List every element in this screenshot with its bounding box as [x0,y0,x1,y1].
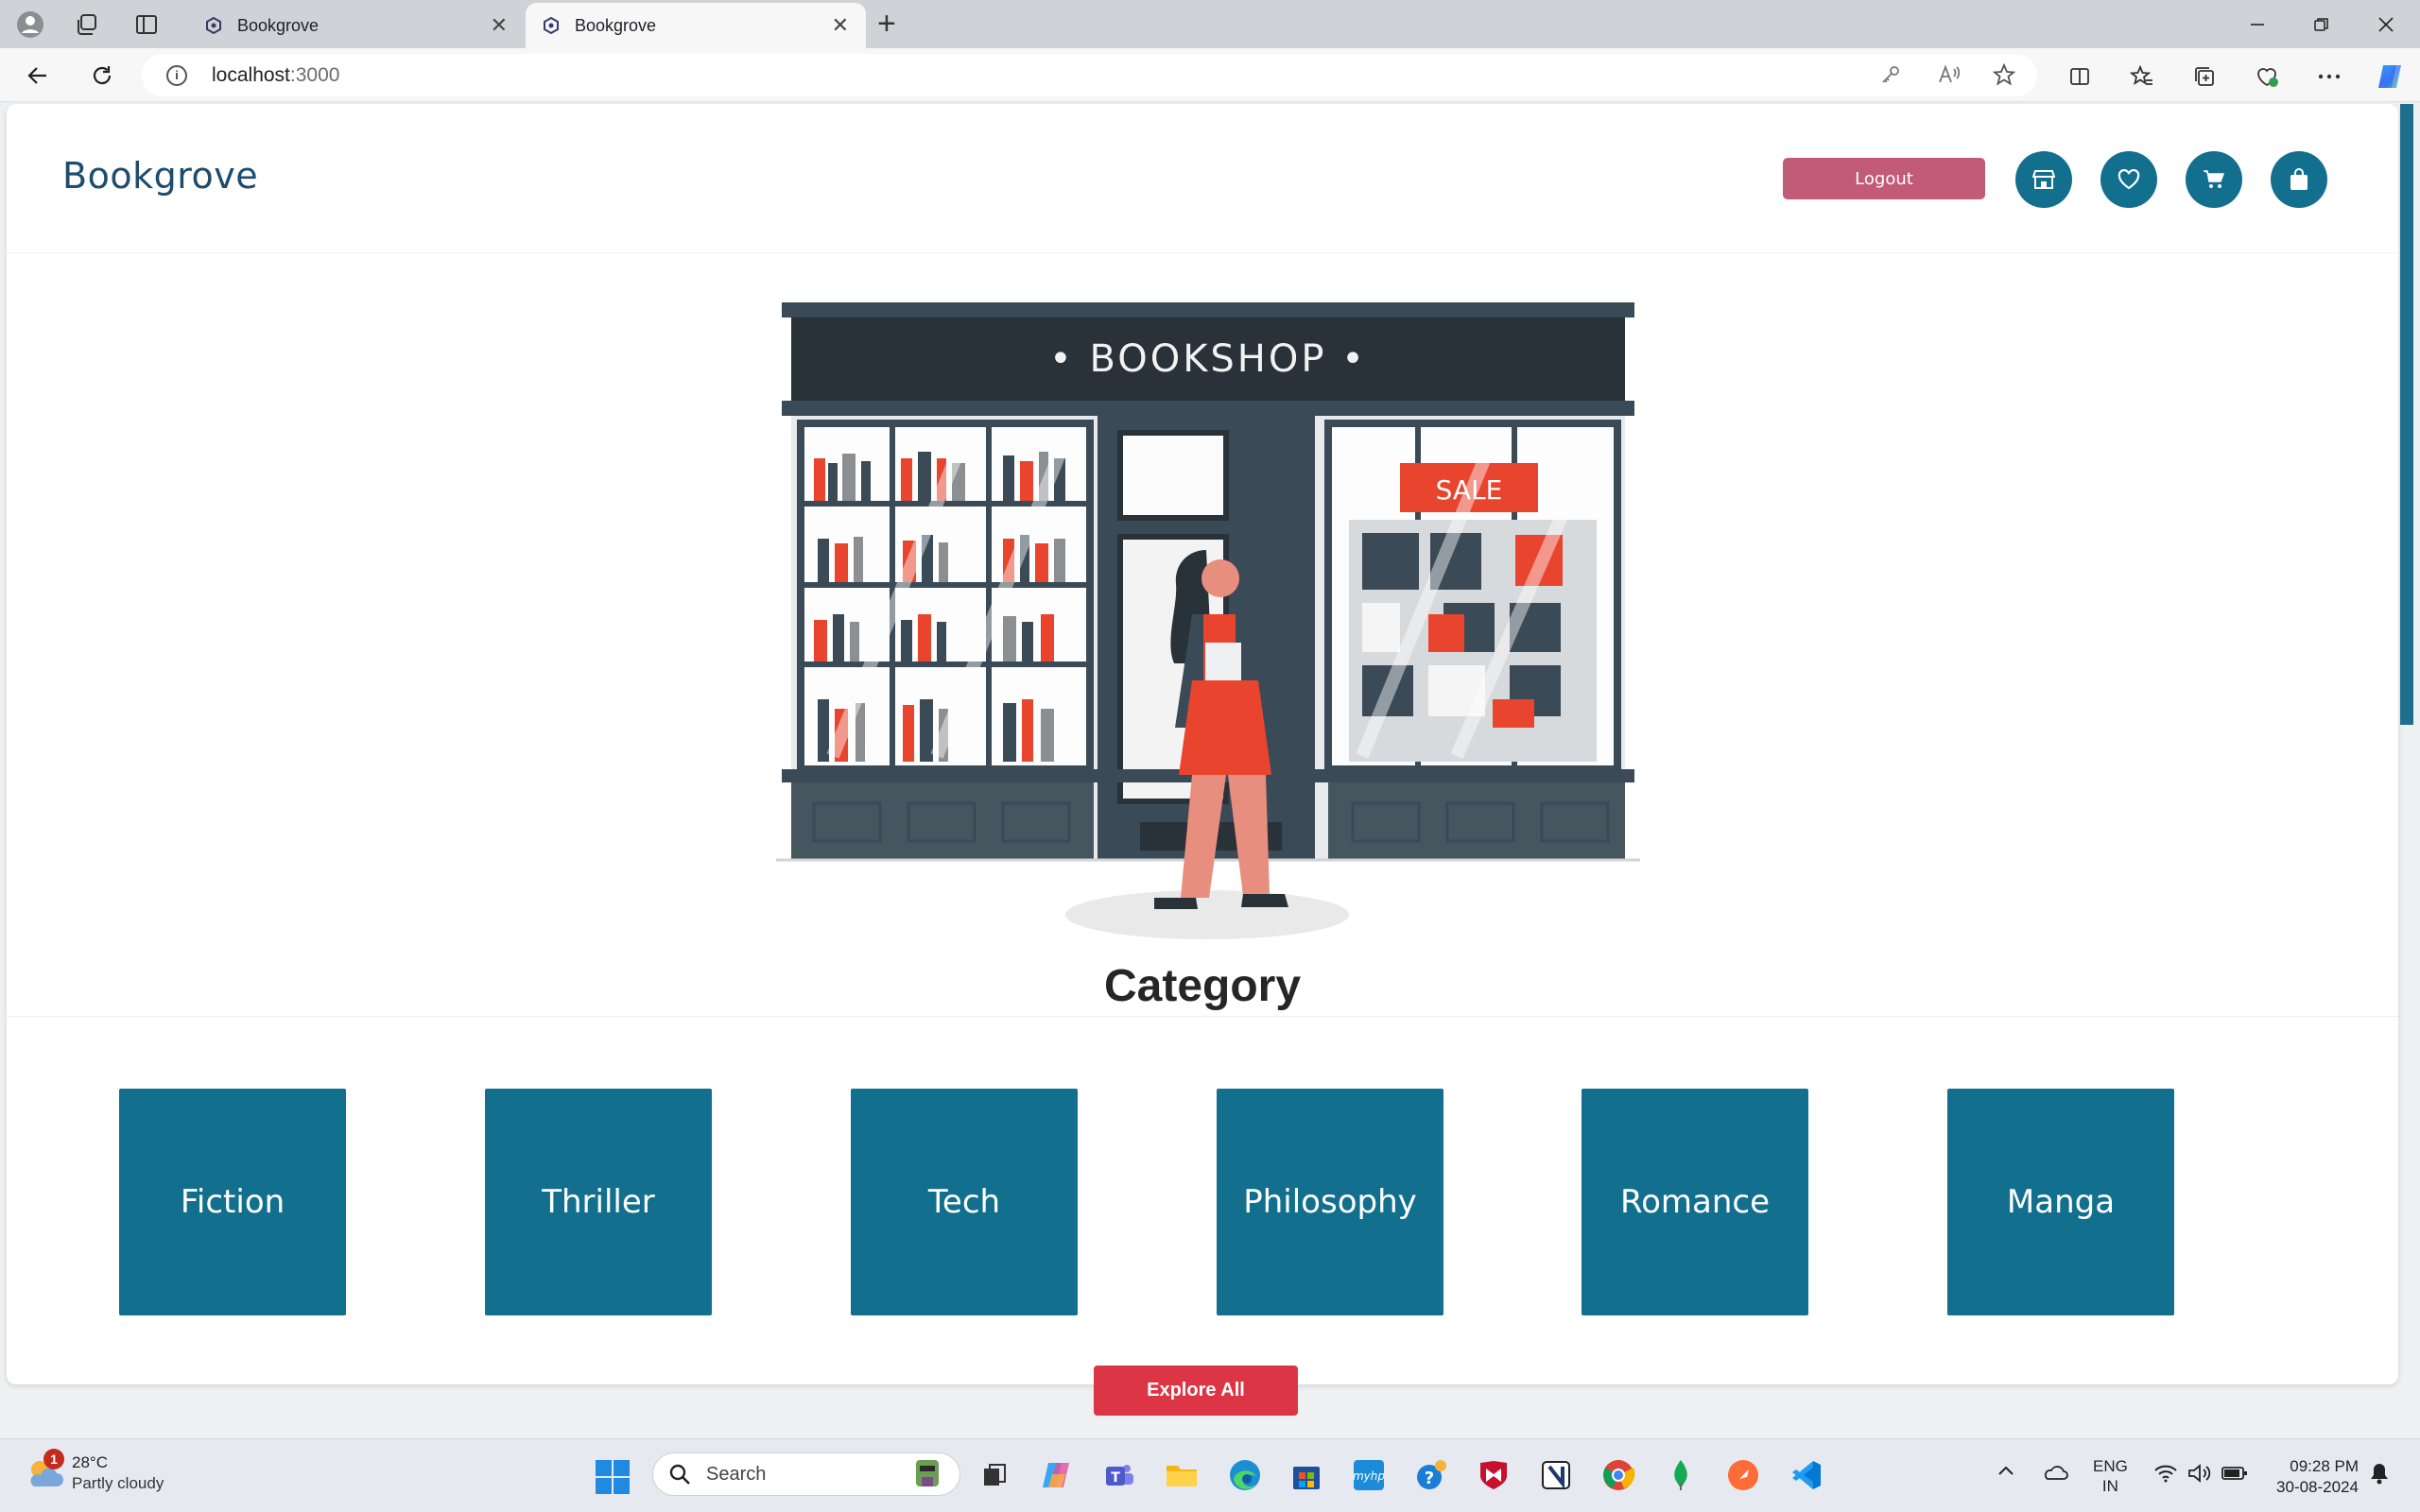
cart-button[interactable] [2186,151,2242,208]
windows-taskbar: 1 28°C Partly cloudy Search T myhp ? ENG… [0,1438,2420,1512]
url-port: :3000 [289,63,340,86]
react-favicon-icon [206,17,221,34]
myhp-icon[interactable]: myhp [1348,1454,1390,1496]
clock-time: 09:28 PM [2290,1457,2359,1475]
svg-text:myhp: myhp [1353,1469,1385,1483]
mcafee-icon[interactable] [1473,1454,1514,1496]
favorite-star-icon[interactable] [1987,58,2021,92]
tab-title: Bookgrove [237,15,320,35]
region-code: IN [2101,1477,2118,1495]
browser-tab-bar: Bookgrove ✕ Bookgrove ✕ + [0,0,2420,48]
notification-bell-icon[interactable] [2369,1462,2390,1485]
category-tile-fiction[interactable]: Fiction [119,1089,346,1315]
mongodb-compass-icon[interactable] [1660,1454,1702,1496]
copilot-app-icon[interactable] [1036,1454,1078,1496]
start-button[interactable] [594,1458,631,1496]
system-clock[interactable]: 09:28 PM 30-08-2024 [2264,1456,2359,1498]
tab-close-icon[interactable]: ✕ [832,13,849,38]
logout-button[interactable]: Logout [1783,158,1985,199]
password-key-icon[interactable] [1874,58,1908,92]
split-screen-icon[interactable] [2061,58,2099,95]
tab-close-icon[interactable]: ✕ [491,13,508,38]
category-tile-romance[interactable]: Romance [1582,1089,1808,1315]
explore-all-button[interactable]: Explore All [1094,1366,1298,1416]
page-scrollbar[interactable] [2400,104,2413,725]
search-highlight-icon [916,1460,939,1486]
new-tab-button[interactable]: + [877,8,896,40]
wifi-icon[interactable] [2153,1464,2178,1483]
file-explorer-icon[interactable] [1161,1454,1202,1496]
tab-title: Bookgrove [575,15,657,35]
edge-browser-icon[interactable] [1224,1454,1266,1496]
microsoft-store-icon[interactable] [1286,1454,1327,1496]
notion-like-app-icon[interactable] [1535,1454,1577,1496]
browser-essentials-icon[interactable] [2248,58,2286,95]
site-header: Bookgrove Logout [7,104,2398,253]
clock-date: 30-08-2024 [2276,1478,2359,1496]
copilot-icon[interactable] [2371,58,2409,95]
section-divider [7,1016,2398,1017]
workspaces-icon[interactable] [66,8,108,42]
url-host: localhost [212,63,290,86]
tab-bookgrove-2[interactable]: Bookgrove ✕ [526,3,866,48]
site-info-icon[interactable]: i [166,64,187,86]
collections-icon[interactable] [2186,58,2223,95]
search-icon [669,1464,690,1485]
weather-badge: 1 [43,1449,64,1469]
restore-button[interactable] [2293,8,2350,42]
browser-toolbar: i localhost:3000 [0,48,2420,102]
close-window-button[interactable] [2358,8,2414,42]
onedrive-cloud-icon[interactable] [2042,1464,2068,1481]
tab-actions-icon[interactable] [126,8,167,42]
tab-bookgrove-1[interactable]: Bookgrove ✕ [188,3,525,48]
profile-icon[interactable] [9,8,51,42]
react-favicon-icon [544,17,559,34]
category-tile-philosophy[interactable]: Philosophy [1217,1089,1443,1315]
weather-widget[interactable]: 1 28°C Partly cloudy [25,1449,164,1494]
bookshop-illustration: • BOOKSHOP • [776,302,1640,939]
teams-icon[interactable]: T [1098,1454,1140,1496]
category-tile-tech[interactable]: Tech [851,1089,1078,1315]
refresh-button[interactable] [83,58,121,94]
svg-text:?: ? [1425,1469,1434,1488]
language-indicator[interactable]: ENG IN [2093,1456,2128,1496]
bookshop-sign-text: • BOOKSHOP • [1049,337,1367,381]
taskbar-search[interactable]: Search [652,1452,960,1496]
heart-icon [2118,169,2140,190]
category-heading: Category [1103,961,1302,1011]
minimize-button[interactable] [2229,8,2286,42]
favorites-icon[interactable] [2123,58,2161,95]
wishlist-button[interactable] [2100,151,2157,208]
more-options-icon[interactable] [2310,58,2348,95]
help-app-icon[interactable]: ? [1410,1454,1452,1496]
page-viewport: Bookgrove Logout • BOOKSHOP • Category F… [0,102,2420,1438]
store-icon [2032,170,2055,189]
address-bar[interactable]: i localhost:3000 [142,54,2037,96]
weather-condition: Partly cloudy [72,1474,164,1492]
vscode-icon[interactable] [1785,1454,1826,1496]
task-view-icon[interactable] [974,1454,1015,1496]
orders-button[interactable] [2271,151,2327,208]
read-aloud-icon[interactable] [1932,58,1966,92]
shopping-bag-icon [2290,168,2308,190]
back-button[interactable] [19,58,57,94]
svg-text:T: T [1111,1470,1120,1486]
page-content: Bookgrove Logout • BOOKSHOP • Category F… [7,104,2398,1384]
search-placeholder: Search [706,1463,767,1485]
windows-logo-icon [596,1460,630,1494]
battery-icon[interactable] [2221,1466,2248,1481]
category-tile-thriller[interactable]: Thriller [485,1089,712,1315]
language-code: ENG [2093,1457,2128,1475]
chrome-icon[interactable] [1598,1454,1639,1496]
cart-icon [2204,170,2225,188]
brand-logo[interactable]: Bookgrove [62,155,258,197]
category-tile-manga[interactable]: Manga [1947,1089,2174,1315]
volume-icon[interactable] [2187,1464,2212,1483]
partly-cloudy-icon: 1 [25,1449,66,1494]
weather-temperature: 28°C [72,1453,108,1471]
show-hidden-icons-chevron-icon[interactable] [1996,1464,2015,1477]
postman-icon[interactable] [1722,1454,1764,1496]
store-button[interactable] [2015,151,2072,208]
